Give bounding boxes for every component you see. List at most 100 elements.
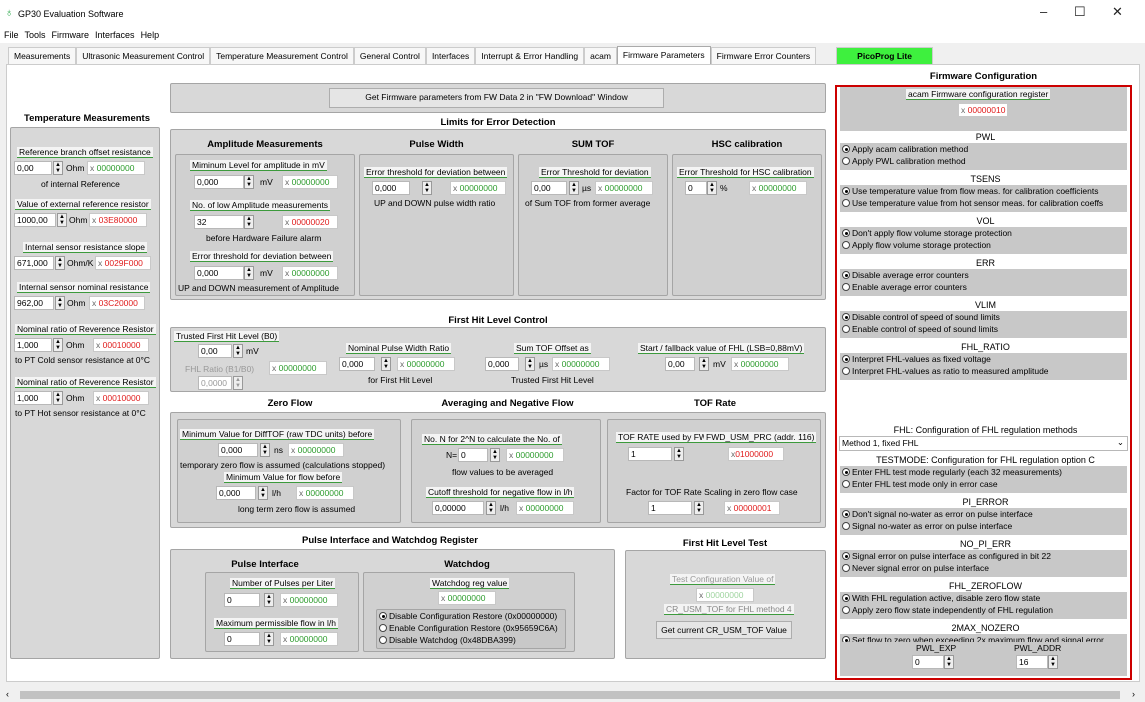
radio-option[interactable]: Never signal error on pulse interface: [842, 563, 989, 573]
slope-spin[interactable]: ▲ ▼: [55, 256, 65, 270]
fhl-method-select[interactable]: Method 1, fixed FHL ⌄: [839, 436, 1128, 451]
tab-ultrasonic[interactable]: Ultrasonic Measurement Control: [76, 47, 211, 64]
minimize-button[interactable]: –: [1040, 4, 1047, 19]
radio-option[interactable]: Interpret FHL-values as fixed voltage: [842, 354, 991, 364]
amp-min-input[interactable]: 0,000: [194, 175, 244, 189]
scroll-right-icon[interactable]: ›: [1132, 689, 1135, 699]
radio-option[interactable]: Interpret FHL-values as ratio to measure…: [842, 366, 1049, 376]
close-button[interactable]: ✕: [1112, 4, 1123, 20]
start-spin[interactable]: ▲ ▼: [699, 357, 709, 371]
ratio-input[interactable]: 0,0000: [198, 376, 232, 390]
avg-n-spin[interactable]: ▲ ▼: [490, 448, 500, 462]
stof-spin[interactable]: ▲ ▼: [525, 357, 535, 371]
radio-option[interactable]: Enter FHL test mode regularly (each 32 m…: [842, 467, 1062, 477]
radio-option[interactable]: Enable average error counters: [842, 282, 967, 292]
amp-err-input[interactable]: 0,000: [194, 266, 244, 280]
tab-interrupt[interactable]: Interrupt & Error Handling: [475, 47, 585, 64]
zero-min-spin[interactable]: ▲ ▼: [260, 443, 270, 457]
tof-rate-input[interactable]: 1: [628, 447, 672, 461]
hot-input[interactable]: 1,000: [14, 391, 52, 405]
pwl-addr-spin[interactable]: ▲ ▼: [1048, 655, 1058, 669]
ref-offset-input[interactable]: 0,00: [14, 161, 52, 175]
tab-picoprog[interactable]: PicoProg Lite: [836, 47, 933, 64]
radio-option[interactable]: Apply zero flow state independently of F…: [842, 605, 1053, 615]
get-cr-usm-button[interactable]: Get current CR_USM_TOF Value: [656, 621, 792, 639]
maxflow-spin[interactable]: ▲ ▼: [264, 632, 274, 646]
menu-interfaces[interactable]: Interfaces: [95, 30, 135, 40]
tab-acam[interactable]: acam: [584, 47, 617, 64]
radio-option[interactable]: Don't apply flow volume storage protecti…: [842, 228, 1012, 238]
tab-firmware-parameters[interactable]: Firmware Parameters: [616, 46, 711, 64]
radio-option[interactable]: Don't signal no-water as error on pulse …: [842, 509, 1033, 519]
menu-firmware[interactable]: Firmware: [52, 30, 90, 40]
tab-temperature[interactable]: Temperature Measurement Control: [210, 47, 354, 64]
factor-spin[interactable]: ▲ ▼: [694, 501, 704, 515]
avg-cut-spin[interactable]: ▲ ▼: [486, 501, 496, 515]
nominal-spin[interactable]: ▲ ▼: [55, 296, 65, 310]
radio-option[interactable]: Signal error on pulse interface as confi…: [842, 551, 1051, 561]
get-fw-button[interactable]: Get Firmware parameters from FW Data 2 i…: [329, 88, 664, 108]
npw-input[interactable]: 0,000: [339, 357, 375, 371]
ref-offset-spin[interactable]: ▲ ▼: [53, 161, 63, 175]
sum-input[interactable]: 0,00: [531, 181, 567, 195]
pwl-exp-spin[interactable]: ▲ ▼: [944, 655, 954, 669]
scroll-thumb[interactable]: [20, 691, 1120, 699]
avg-n-input[interactable]: 0: [458, 448, 488, 462]
maxflow-input[interactable]: 0: [224, 632, 260, 646]
wd-opt-enable-restore[interactable]: Enable Configuration Restore (0x95659C6A…: [379, 623, 558, 633]
menu-file[interactable]: File: [4, 30, 19, 40]
wd-opt-disable-watchdog[interactable]: Disable Watchdog (0x48DBA399): [379, 635, 516, 645]
ext-ref-spin[interactable]: ▲ ▼: [57, 213, 67, 227]
radio-option[interactable]: Enter FHL test mode only in error case: [842, 479, 998, 489]
hsc-spin[interactable]: ▲ ▼: [707, 181, 717, 195]
factor-input[interactable]: 1: [648, 501, 692, 515]
sum-spin[interactable]: ▲ ▼: [569, 181, 579, 195]
pwl-addr-input[interactable]: 16: [1016, 655, 1048, 669]
radio-option[interactable]: With FHL regulation active, disable zero…: [842, 593, 1040, 603]
maximize-button[interactable]: ☐: [1074, 4, 1086, 20]
slope-input[interactable]: 671,000: [14, 256, 54, 270]
tab-measurements[interactable]: Measurements: [8, 47, 77, 64]
pw-input[interactable]: 0,000: [372, 181, 410, 195]
radio-option[interactable]: Disable control of speed of sound limits: [842, 312, 1000, 322]
hsc-input[interactable]: 0: [685, 181, 707, 195]
trusted-spin[interactable]: ▲ ▼: [233, 344, 243, 358]
amp-err-spin[interactable]: ▲ ▼: [244, 266, 254, 280]
menu-help[interactable]: Help: [141, 30, 160, 40]
tab-firmware-errors[interactable]: Firmware Error Counters: [710, 47, 817, 64]
pw-spin[interactable]: ▲ ▼: [422, 181, 432, 195]
zero-flow-input[interactable]: 0,000: [216, 486, 256, 500]
ext-ref-input[interactable]: 1000,00: [14, 213, 56, 227]
npw-spin[interactable]: ▲ ▼: [381, 357, 391, 371]
radio-option[interactable]: Apply acam calibration method: [842, 144, 968, 154]
avg-cut-input[interactable]: 0,00000: [432, 501, 484, 515]
ratio-spin[interactable]: ▲ ▼: [233, 376, 243, 390]
pwl-exp-input[interactable]: 0: [912, 655, 944, 669]
ppl-spin[interactable]: ▲ ▼: [264, 593, 274, 607]
ppl-input[interactable]: 0: [224, 593, 260, 607]
radio-option[interactable]: Enable control of speed of sound limits: [842, 324, 998, 334]
amp-count-input[interactable]: 32: [194, 215, 244, 229]
radio-option[interactable]: Use temperature value from flow meas. fo…: [842, 186, 1098, 196]
hot-spin[interactable]: ▲ ▼: [53, 391, 63, 405]
zero-min-input[interactable]: 0,000: [218, 443, 258, 457]
scroll-left-icon[interactable]: ‹: [6, 689, 9, 699]
radio-option[interactable]: Use temperature value from hot sensor me…: [842, 198, 1103, 208]
wd-opt-disable-restore[interactable]: Disable Configuration Restore (0x0000000…: [379, 611, 557, 621]
tab-general[interactable]: General Control: [353, 47, 426, 64]
radio-option[interactable]: Signal no-water as error on pulse interf…: [842, 521, 1012, 531]
radio-option[interactable]: Apply PWL calibration method: [842, 156, 966, 166]
menu-tools[interactable]: Tools: [25, 30, 46, 40]
zero-flow-spin[interactable]: ▲ ▼: [258, 486, 268, 500]
nominal-input[interactable]: 962,00: [14, 296, 54, 310]
tab-interfaces[interactable]: Interfaces: [425, 47, 476, 64]
start-input[interactable]: 0,00: [665, 357, 695, 371]
cold-input[interactable]: 1,000: [14, 338, 52, 352]
trusted-input[interactable]: 0,00: [198, 344, 232, 358]
amp-min-spin[interactable]: ▲ ▼: [244, 175, 254, 189]
stof-input[interactable]: 0,000: [485, 357, 519, 371]
radio-option[interactable]: Disable average error counters: [842, 270, 969, 280]
horizontal-scrollbar[interactable]: ‹ ›: [0, 688, 1145, 702]
cold-spin[interactable]: ▲ ▼: [53, 338, 63, 352]
radio-option[interactable]: Apply flow volume storage protection: [842, 240, 991, 250]
